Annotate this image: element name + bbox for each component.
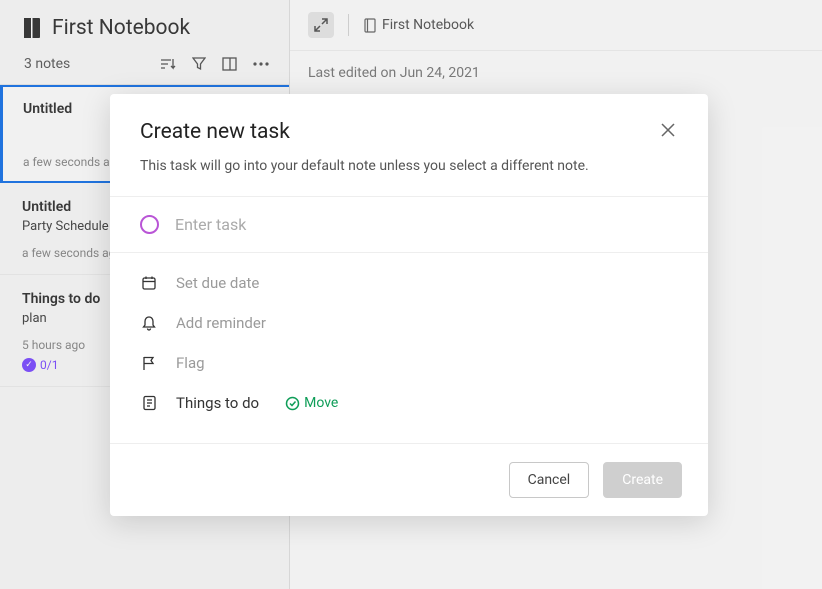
calendar-icon <box>140 275 158 291</box>
note-icon <box>140 395 158 411</box>
task-checkbox-icon[interactable] <box>140 215 159 234</box>
due-date-option[interactable]: Set due date <box>140 263 678 303</box>
reminder-option[interactable]: Add reminder <box>140 303 678 343</box>
create-task-modal: Create new task This task will go into y… <box>110 94 708 516</box>
flag-icon <box>140 355 158 371</box>
flag-option[interactable]: Flag <box>140 343 678 383</box>
move-link[interactable]: Move <box>285 395 338 411</box>
task-name-input[interactable] <box>175 215 678 234</box>
modal-title: Create new task <box>140 120 290 144</box>
destination-option[interactable]: Things to do Move <box>140 383 678 423</box>
bell-icon <box>140 315 158 331</box>
create-button[interactable]: Create <box>603 462 682 498</box>
modal-description: This task will go into your default note… <box>110 144 708 196</box>
move-icon <box>285 396 300 411</box>
cancel-button[interactable]: Cancel <box>509 462 590 498</box>
close-icon[interactable] <box>658 120 678 144</box>
